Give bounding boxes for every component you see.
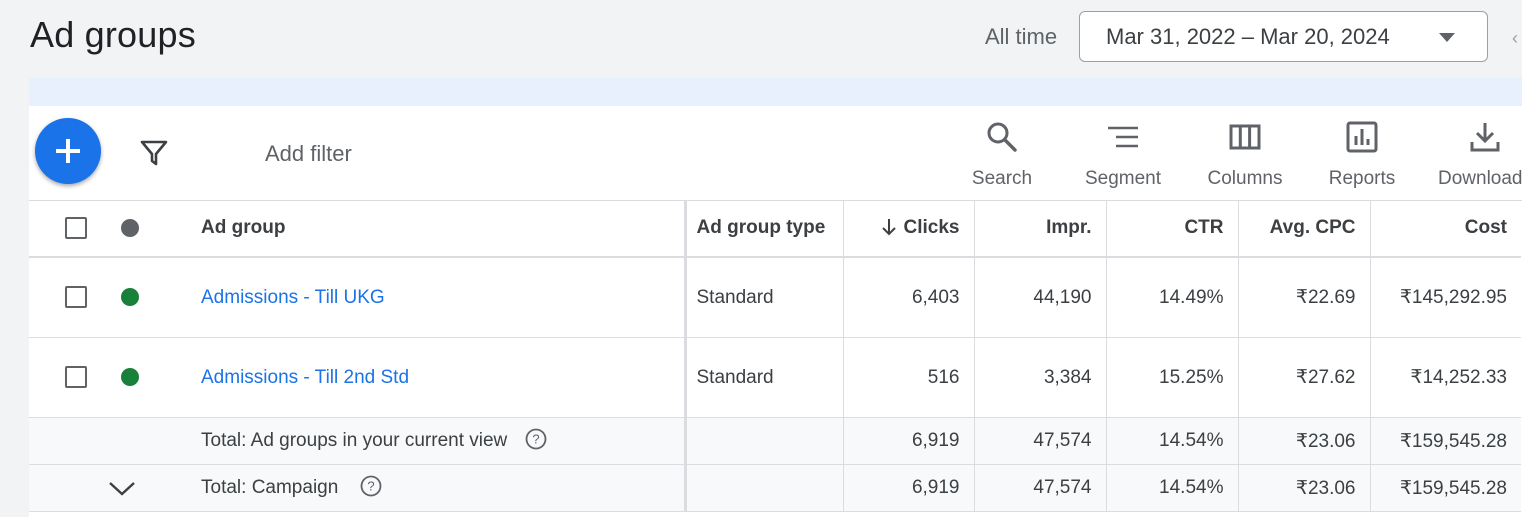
total-ctr-cell: 14.54% bbox=[1105, 464, 1238, 512]
table-toolbar: Add filter Search Segment Columns Report… bbox=[29, 106, 1522, 201]
filter-icon[interactable] bbox=[139, 138, 169, 168]
empty-cell bbox=[29, 417, 109, 465]
total-avg-cpc-cell: ₹23.06 bbox=[1237, 464, 1370, 512]
reports-label: Reports bbox=[1328, 168, 1396, 189]
impr-cell: 3,384 bbox=[973, 337, 1106, 418]
columns-icon bbox=[1229, 124, 1261, 150]
sort-descending-icon bbox=[881, 218, 896, 236]
date-range-value: Mar 31, 2022 – Mar 20, 2024 bbox=[1106, 24, 1390, 49]
ad-group-cell: Admissions - Till UKG bbox=[166, 257, 685, 338]
total-row-campaign: Total: Campaign ? 6,919 47,574 14.54% ₹2… bbox=[29, 464, 1521, 512]
chevron-left-icon[interactable]: ‹ bbox=[1512, 28, 1518, 49]
reports-button[interactable]: Reports bbox=[1325, 120, 1399, 190]
page-header: Ad groups All time Mar 31, 2022 – Mar 20… bbox=[0, 0, 1522, 78]
notification-banner bbox=[29, 78, 1522, 106]
clicks-cell: 6,403 bbox=[842, 257, 974, 338]
page-title: Ad groups bbox=[30, 14, 196, 55]
total-impr-cell: 47,574 bbox=[973, 464, 1106, 512]
svg-text:?: ? bbox=[367, 478, 374, 493]
ad-group-link[interactable]: Admissions - Till UKG bbox=[201, 287, 385, 308]
columns-button[interactable]: Columns bbox=[1203, 120, 1287, 190]
column-header-ad-group-type[interactable]: Ad group type bbox=[683, 200, 843, 258]
total-ctr-cell: 14.54% bbox=[1105, 417, 1238, 465]
empty-cell bbox=[683, 417, 843, 465]
add-filter-button[interactable]: Add filter bbox=[265, 141, 352, 167]
row-checkbox[interactable] bbox=[65, 366, 87, 389]
ctr-cell: 14.49% bbox=[1105, 257, 1238, 338]
total-label: Total: Ad groups in your current view bbox=[201, 430, 508, 451]
total-clicks-cell: 6,919 bbox=[842, 464, 974, 512]
status-header[interactable] bbox=[109, 200, 166, 258]
total-label: Total: Campaign bbox=[201, 477, 339, 498]
column-header-cost[interactable]: Cost bbox=[1369, 200, 1521, 258]
reports-icon bbox=[1346, 121, 1378, 153]
search-icon bbox=[987, 122, 1017, 152]
clicks-cell: 516 bbox=[842, 337, 974, 418]
status-header-icon bbox=[121, 218, 139, 237]
search-button[interactable]: Search bbox=[971, 120, 1033, 190]
status-enabled-icon[interactable] bbox=[121, 288, 139, 307]
segment-label: Segment bbox=[1084, 168, 1162, 189]
avg-cpc-cell: ₹22.69 bbox=[1237, 257, 1370, 338]
table-row: Admissions - Till UKG Standard 6,403 44,… bbox=[29, 257, 1521, 338]
total-label-cell: Total: Campaign ? bbox=[166, 464, 685, 512]
ad-groups-panel: Add filter Search Segment Columns Report… bbox=[29, 106, 1522, 517]
segment-icon bbox=[1108, 126, 1138, 148]
column-header-clicks[interactable]: Clicks bbox=[842, 200, 974, 258]
download-label: Download bbox=[1438, 168, 1522, 189]
column-header-ad-group[interactable]: Ad group bbox=[166, 200, 685, 258]
help-icon[interactable]: ? bbox=[360, 475, 382, 497]
column-header-avg-cpc[interactable]: Avg. CPC bbox=[1237, 200, 1370, 258]
status-cell bbox=[109, 257, 166, 338]
download-icon bbox=[1470, 123, 1500, 152]
row-select-cell bbox=[29, 257, 109, 338]
impr-cell: 44,190 bbox=[973, 257, 1106, 338]
ad-group-type-cell: Standard bbox=[683, 337, 843, 418]
column-header-ctr[interactable]: CTR bbox=[1105, 200, 1238, 258]
empty-cell bbox=[29, 464, 109, 512]
clicks-header-label: Clicks bbox=[903, 217, 960, 238]
cost-cell: ₹145,292.95 bbox=[1369, 257, 1521, 338]
date-preset-label: All time bbox=[985, 24, 1058, 49]
help-icon[interactable]: ? bbox=[525, 428, 547, 450]
svg-text:?: ? bbox=[532, 431, 539, 446]
ad-group-type-cell: Standard bbox=[683, 257, 843, 338]
avg-cpc-cell: ₹27.62 bbox=[1237, 337, 1370, 418]
add-ad-group-button[interactable] bbox=[35, 118, 101, 184]
chevron-down-icon[interactable] bbox=[109, 478, 137, 498]
ad-group-link[interactable]: Admissions - Till 2nd Std bbox=[201, 367, 409, 388]
total-cost-cell: ₹159,545.28 bbox=[1369, 417, 1521, 465]
total-label-cell: Total: Ad groups in your current view ? bbox=[166, 417, 685, 465]
caret-down-icon bbox=[1439, 33, 1455, 42]
column-header-impr[interactable]: Impr. bbox=[973, 200, 1106, 258]
cost-cell: ₹14,252.33 bbox=[1369, 337, 1521, 418]
total-avg-cpc-cell: ₹23.06 bbox=[1237, 417, 1370, 465]
total-impr-cell: 47,574 bbox=[973, 417, 1106, 465]
columns-label: Columns bbox=[1207, 168, 1283, 189]
total-clicks-cell: 6,919 bbox=[842, 417, 974, 465]
ad-group-cell: Admissions - Till 2nd Std bbox=[166, 337, 685, 418]
table-header-row: Ad group Ad group type Clicks Impr. CTR … bbox=[29, 200, 1521, 258]
status-cell bbox=[109, 337, 166, 418]
download-button[interactable]: Download bbox=[1438, 120, 1522, 190]
select-all-checkbox[interactable] bbox=[65, 216, 87, 239]
row-checkbox[interactable] bbox=[65, 286, 87, 309]
plus-icon bbox=[56, 139, 80, 163]
select-all-cell bbox=[29, 200, 109, 258]
segment-button[interactable]: Segment bbox=[1081, 120, 1165, 190]
total-row-current-view: Total: Ad groups in your current view ? … bbox=[29, 417, 1521, 465]
ctr-cell: 15.25% bbox=[1105, 337, 1238, 418]
expand-cell bbox=[109, 464, 166, 512]
empty-cell bbox=[109, 417, 166, 465]
date-range-picker[interactable]: Mar 31, 2022 – Mar 20, 2024 bbox=[1079, 11, 1488, 62]
ad-groups-table: Ad group Ad group type Clicks Impr. CTR … bbox=[29, 200, 1521, 512]
empty-cell bbox=[683, 464, 843, 512]
table-row: Admissions - Till 2nd Std Standard 516 3… bbox=[29, 337, 1521, 418]
search-label: Search bbox=[971, 168, 1033, 189]
row-select-cell bbox=[29, 337, 109, 418]
status-enabled-icon[interactable] bbox=[121, 368, 139, 387]
total-cost-cell: ₹159,545.28 bbox=[1369, 464, 1521, 512]
